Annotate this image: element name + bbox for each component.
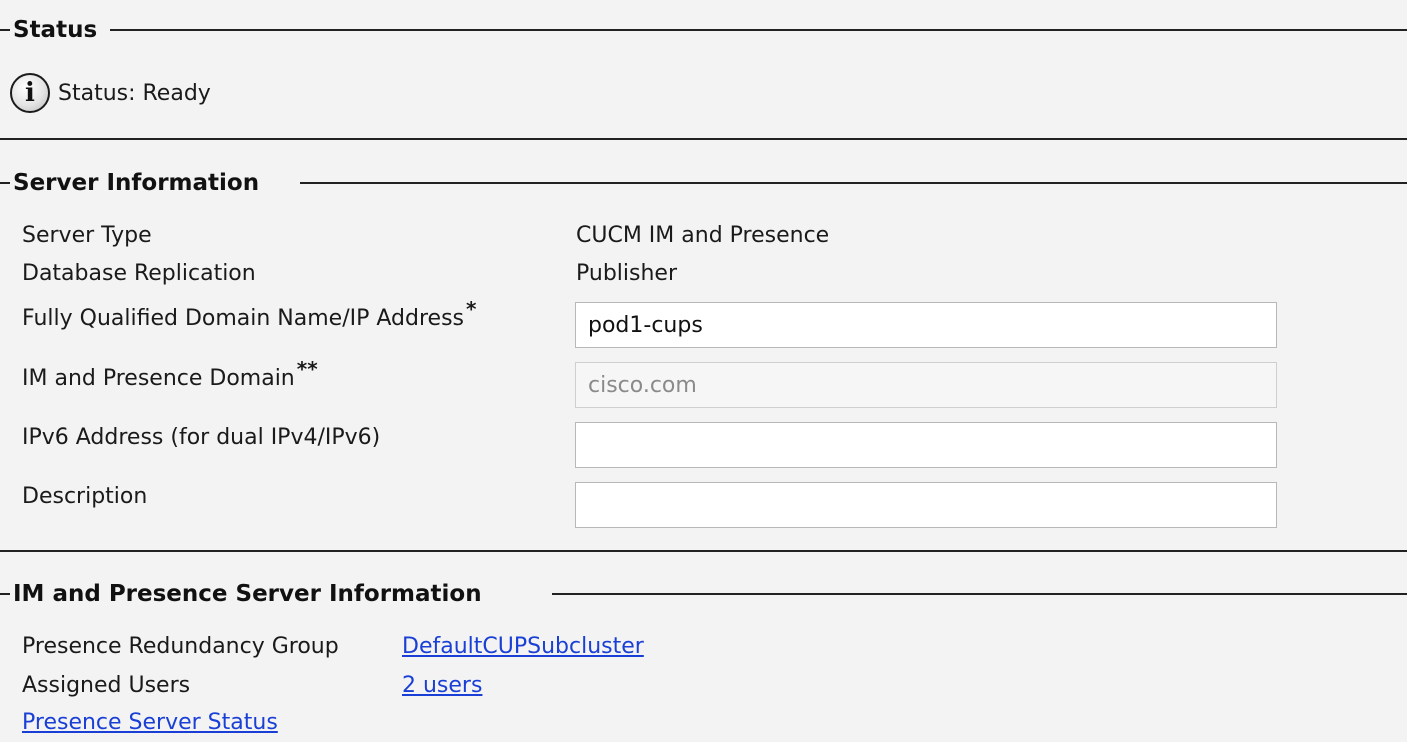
imp-info-section-title: IM and Presence Server Information: [13, 582, 486, 606]
server-type-value: CUCM IM and Presence: [576, 223, 830, 248]
im-domain-label: IM and Presence Domain **: [22, 357, 318, 391]
description-label: Description: [22, 484, 148, 509]
ipv6-input[interactable]: [575, 422, 1277, 468]
assigned-users-link[interactable]: 2 users: [402, 673, 482, 698]
fqdn-input[interactable]: [575, 302, 1277, 348]
status-line: i Status: Ready: [10, 72, 211, 114]
fqdn-label-text: Fully Qualified Domain Name/IP Address: [22, 306, 464, 331]
imp-info-section-header: IM and Presence Server Information: [0, 582, 1407, 606]
status-section-header: Status: [0, 18, 1407, 42]
status-section-divider: [0, 138, 1407, 140]
server-info-section-title: Server Information: [13, 171, 264, 195]
im-domain-input: [575, 362, 1277, 408]
status-section-title: Status: [13, 18, 102, 42]
assigned-users-label: Assigned Users: [22, 673, 191, 698]
server-type-label: Server Type: [22, 223, 152, 248]
im-domain-label-text: IM and Presence Domain: [22, 366, 295, 391]
server-info-section-divider: [0, 550, 1407, 552]
info-icon: i: [10, 73, 50, 113]
presence-server-status-link[interactable]: Presence Server Status: [22, 710, 278, 735]
status-text: Status: Ready: [58, 80, 211, 106]
description-input[interactable]: [575, 482, 1277, 528]
fqdn-label: Fully Qualified Domain Name/IP Address *: [22, 297, 476, 331]
redundancy-group-label: Presence Redundancy Group: [22, 634, 339, 659]
double-required-marker: **: [296, 357, 318, 381]
ipv6-label: IPv6 Address (for dual IPv4/IPv6): [22, 425, 381, 450]
db-replication-value: Publisher: [576, 261, 677, 286]
redundancy-group-link[interactable]: DefaultCUPSubcluster: [402, 634, 644, 659]
required-marker: *: [466, 297, 477, 321]
db-replication-label: Database Replication: [22, 261, 256, 286]
server-info-section-header: Server Information: [0, 171, 1407, 195]
